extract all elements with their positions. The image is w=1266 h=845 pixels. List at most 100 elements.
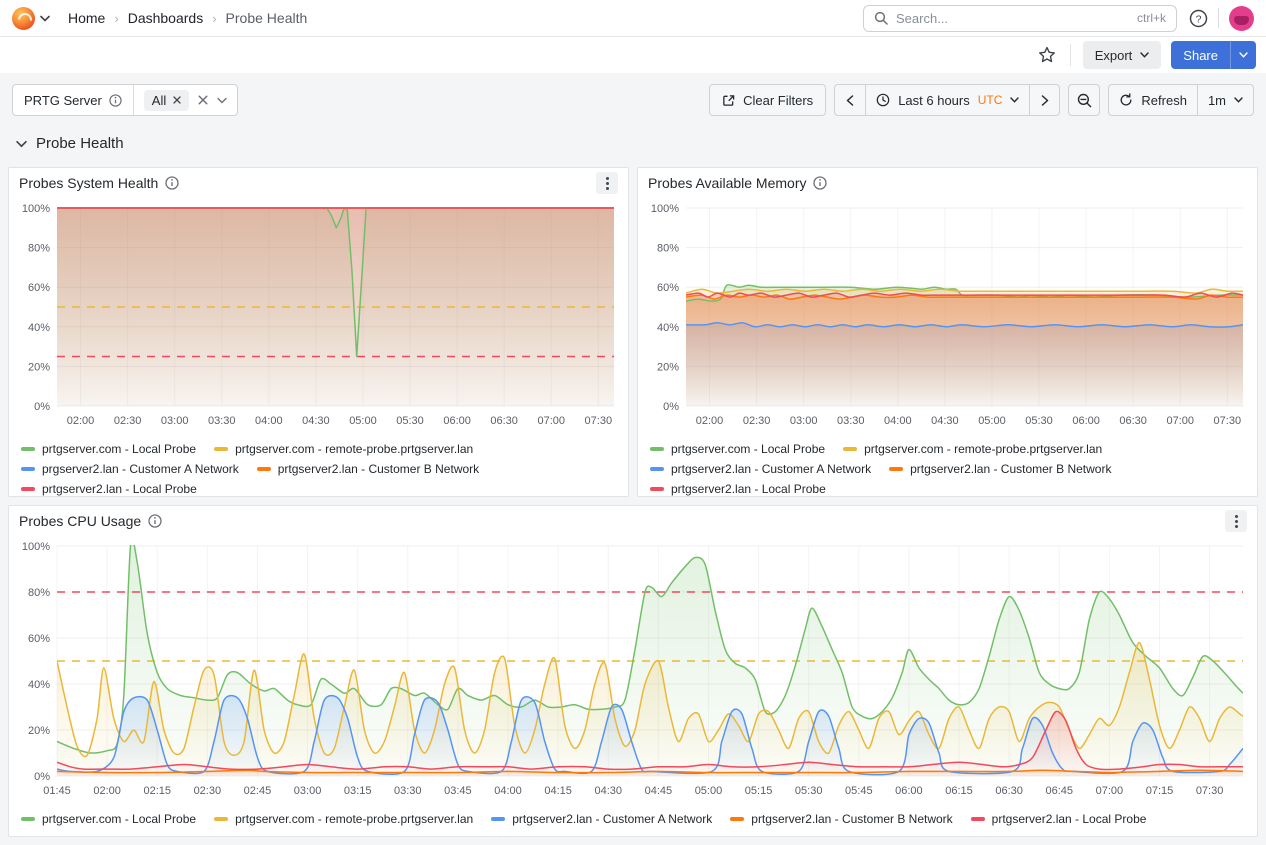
variable-value-dropdown[interactable]: All [134, 85, 237, 115]
timezone-label[interactable]: UTC [978, 93, 1003, 107]
svg-text:05:15: 05:15 [745, 785, 773, 797]
svg-text:06:30: 06:30 [490, 415, 518, 427]
svg-text:07:30: 07:30 [1196, 785, 1224, 797]
svg-text:02:45: 02:45 [244, 785, 272, 797]
info-icon[interactable] [109, 94, 122, 107]
legend-item[interactable]: prtgserver.com - remote-probe.prtgserver… [214, 812, 473, 826]
breadcrumb-home[interactable]: Home [68, 10, 105, 26]
legend-swatch [971, 817, 985, 821]
legend-item[interactable]: prtgserver.com - Local Probe [21, 442, 196, 456]
legend-item[interactable]: prtgserver2.lan - Customer B Network [730, 812, 952, 826]
svg-text:03:15: 03:15 [344, 785, 372, 797]
svg-text:03:00: 03:00 [161, 415, 189, 427]
svg-text:80%: 80% [28, 587, 50, 599]
section-title: Probe Health [36, 135, 124, 152]
zoom-out-button[interactable] [1068, 84, 1100, 116]
legend-swatch [730, 817, 744, 821]
legend-item[interactable]: prtgserver.com - remote-probe.prtgserver… [843, 442, 1102, 456]
refresh-interval-dropdown[interactable]: 1m [1197, 85, 1253, 115]
svg-text:04:00: 04:00 [884, 415, 912, 427]
legend-item[interactable]: prtgserver2.lan - Customer A Network [491, 812, 712, 826]
kebab-menu-icon[interactable] [596, 172, 618, 194]
legend-item[interactable]: prtgserver2.lan - Customer B Network [257, 462, 479, 476]
panel-legend: prtgserver.com - Local Probe prtgserver.c… [638, 437, 1257, 501]
chevron-down-icon [1234, 97, 1243, 103]
svg-text:07:00: 07:00 [1096, 785, 1124, 797]
time-shift-forward-button[interactable] [1029, 85, 1059, 115]
legend-item[interactable]: prtgserver2.lan - Local Probe [21, 482, 197, 496]
svg-text:20%: 20% [28, 361, 50, 373]
refresh-picker: Refresh 1m [1108, 84, 1254, 116]
svg-text:02:00: 02:00 [93, 785, 121, 797]
svg-text:07:00: 07:00 [537, 415, 565, 427]
variable-value-chip[interactable]: All [144, 90, 189, 111]
legend-item[interactable]: prtgserver2.lan - Customer A Network [650, 462, 871, 476]
legend-item[interactable]: prgserver2.lan - Customer A Network [21, 462, 239, 476]
panel-header: Probes System Health [9, 168, 628, 198]
time-range-dropdown[interactable]: Last 6 hours UTC [865, 85, 1029, 115]
help-icon[interactable]: ? [1189, 9, 1208, 28]
search-input-container[interactable]: ctrl+k [863, 5, 1177, 32]
row-probe-health[interactable]: Probe Health [16, 135, 124, 152]
legend-item[interactable]: prtgserver2.lan - Local Probe [971, 812, 1147, 826]
info-icon[interactable] [165, 176, 179, 190]
star-icon[interactable] [1038, 46, 1056, 64]
share-button[interactable]: Share [1171, 41, 1230, 69]
remove-value-icon[interactable] [173, 96, 181, 104]
info-icon[interactable] [813, 176, 827, 190]
legend-item[interactable]: prtgserver.com - Local Probe [21, 812, 196, 826]
svg-text:06:45: 06:45 [1045, 785, 1073, 797]
time-series-plot[interactable]: 0%20%40%60%80%100%02:0002:3003:0003:3004… [9, 198, 628, 432]
svg-text:04:45: 04:45 [645, 785, 673, 797]
svg-text:40%: 40% [28, 679, 50, 691]
top-nav-bar: Home › Dashboards › Probe Health ctrl+k … [0, 0, 1266, 37]
svg-text:07:00: 07:00 [1166, 415, 1194, 427]
user-avatar[interactable] [1229, 6, 1254, 31]
svg-text:02:00: 02:00 [696, 415, 724, 427]
time-range-label: Last 6 hours [898, 93, 970, 108]
legend-label: prtgserver2.lan - Customer A Network [512, 812, 712, 826]
svg-text:03:45: 03:45 [444, 785, 472, 797]
grafana-logo[interactable] [12, 7, 35, 30]
chevron-down-icon [1239, 52, 1248, 58]
time-series-plot[interactable]: 0%20%40%60%80%100%02:0002:3003:0003:3004… [638, 198, 1257, 432]
search-shortcut-hint: ctrl+k [1137, 11, 1166, 25]
legend-label: prtgserver.com - Local Probe [671, 442, 825, 456]
legend-label: prtgserver.com - Local Probe [42, 812, 196, 826]
svg-text:04:15: 04:15 [544, 785, 572, 797]
export-button[interactable]: Export [1083, 41, 1162, 69]
kebab-menu-icon[interactable] [1225, 510, 1247, 532]
clear-filters-button[interactable]: Clear Filters [709, 84, 826, 116]
legend-item[interactable]: prtgserver2.lan - Local Probe [650, 482, 826, 496]
svg-text:60%: 60% [28, 282, 50, 294]
legend-label: prgserver2.lan - Customer A Network [42, 462, 239, 476]
panel-title: Probes Available Memory [648, 175, 806, 191]
legend-item[interactable]: prtgserver2.lan - Customer B Network [889, 462, 1111, 476]
search-input[interactable] [896, 11, 1129, 26]
svg-text:06:15: 06:15 [945, 785, 973, 797]
actionbar-divider [1070, 44, 1071, 66]
time-shift-back-button[interactable] [835, 85, 865, 115]
topbar-divider [1218, 8, 1219, 28]
time-series-plot[interactable]: 0%20%40%60%80%100%01:4502:0002:1502:3002… [9, 536, 1257, 802]
refresh-button[interactable]: Refresh [1109, 85, 1197, 115]
info-icon[interactable] [148, 514, 162, 528]
svg-text:0%: 0% [34, 401, 50, 413]
breadcrumb-dashboards[interactable]: Dashboards [128, 10, 204, 26]
svg-text:05:30: 05:30 [396, 415, 424, 427]
chevron-down-icon[interactable] [217, 97, 227, 104]
svg-text:02:00: 02:00 [67, 415, 95, 427]
panel-title: Probes System Health [19, 175, 158, 191]
share-menu-toggle[interactable] [1230, 41, 1256, 69]
svg-text:80%: 80% [28, 243, 50, 255]
legend-item[interactable]: prtgserver.com - remote-probe.prtgserver… [214, 442, 473, 456]
svg-text:02:30: 02:30 [743, 415, 771, 427]
legend-swatch [21, 487, 35, 491]
mega-menu-toggle[interactable] [40, 15, 50, 22]
svg-text:60%: 60% [28, 633, 50, 645]
clear-all-icon[interactable] [198, 95, 208, 105]
variable-label-text: PRTG Server [24, 93, 102, 108]
legend-item[interactable]: prtgserver.com - Local Probe [650, 442, 825, 456]
panel-legend: prtgserver.com - Local Probe prtgserver.c… [9, 807, 1257, 831]
svg-text:04:30: 04:30 [931, 415, 959, 427]
